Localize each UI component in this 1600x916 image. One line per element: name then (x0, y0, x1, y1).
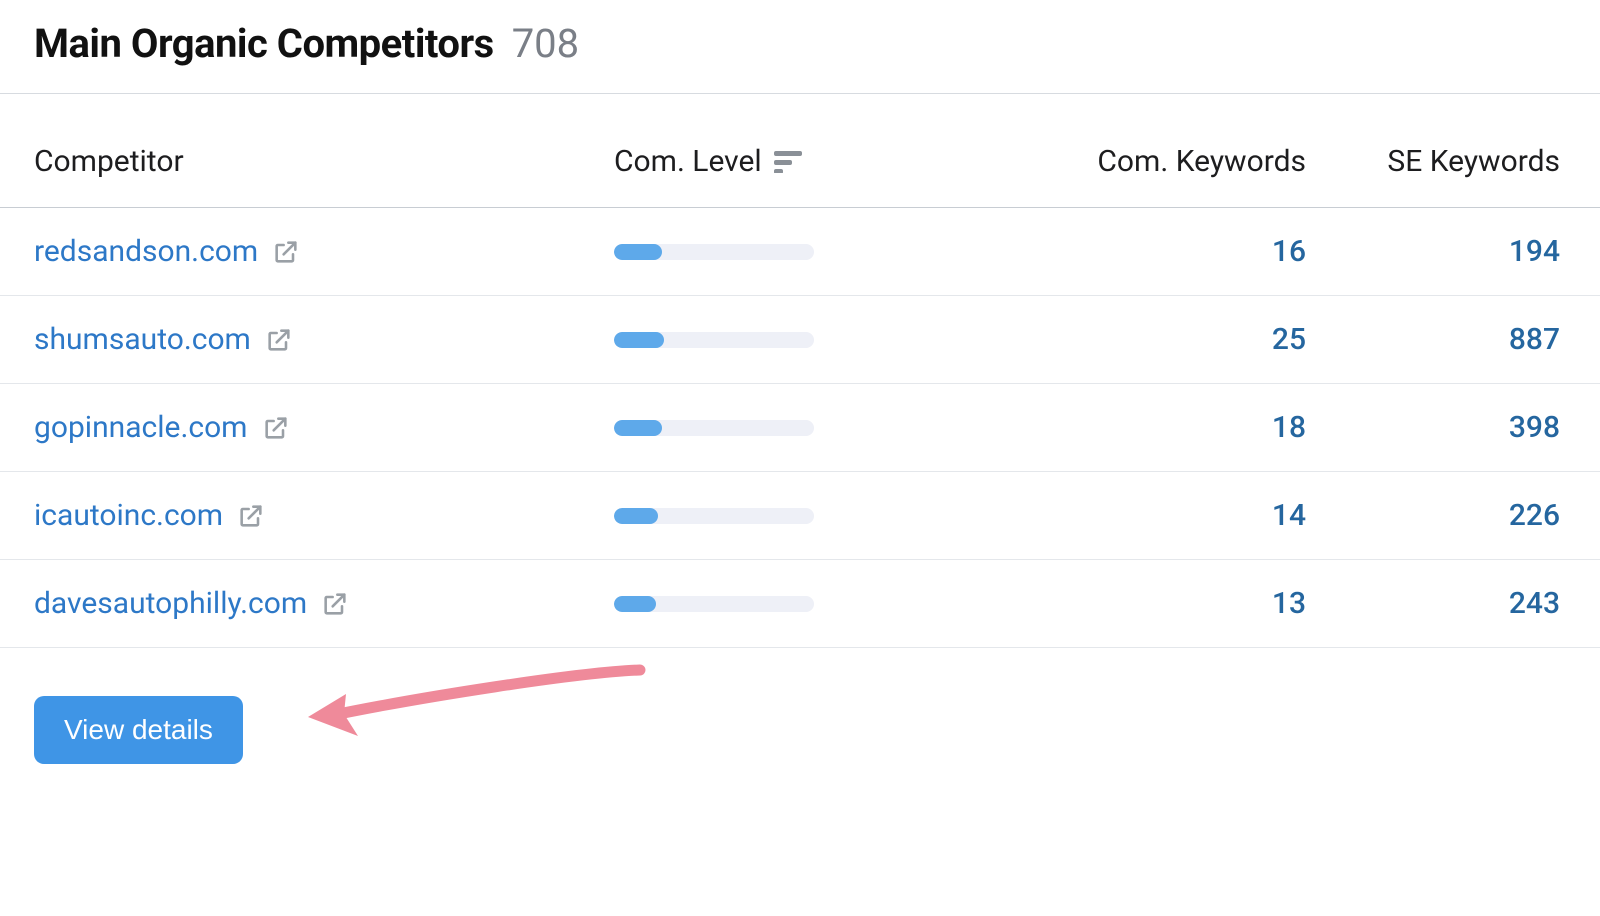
com-keywords-value[interactable]: 13 (1272, 586, 1306, 621)
competition-level-bar (614, 508, 814, 524)
competition-level-fill (614, 244, 662, 260)
panel-footer: View details (0, 648, 1600, 764)
se-keywords-value[interactable]: 243 (1509, 586, 1560, 621)
se-keywords-value[interactable]: 194 (1509, 234, 1560, 269)
table-header-row: Competitor Com. Level Com. Keywords SE K… (0, 94, 1600, 208)
competition-level-fill (614, 420, 662, 436)
table-row: gopinnacle.com 18 398 (0, 384, 1600, 472)
external-link-icon[interactable] (262, 414, 290, 442)
se-keywords-value[interactable]: 887 (1509, 322, 1560, 357)
competitor-link[interactable]: shumsauto.com (34, 322, 251, 357)
competition-level-fill (614, 596, 656, 612)
table-row: redsandson.com 16 194 (0, 208, 1600, 296)
se-keywords-value[interactable]: 226 (1509, 498, 1560, 533)
competitor-link[interactable]: icautoinc.com (34, 498, 223, 533)
com-keywords-value[interactable]: 14 (1272, 498, 1306, 533)
competitor-link[interactable]: gopinnacle.com (34, 410, 248, 445)
col-header-level[interactable]: Com. Level (614, 144, 762, 179)
table-body: redsandson.com 16 194 shumsauto.com 25 887 gop… (0, 208, 1600, 648)
competitor-link[interactable]: davesautophilly.com (34, 586, 307, 621)
panel-header: Main Organic Competitors 708 (0, 0, 1600, 94)
com-keywords-value[interactable]: 25 (1272, 322, 1306, 357)
external-link-icon[interactable] (321, 590, 349, 618)
sort-desc-icon (774, 151, 802, 173)
competition-level-bar (614, 332, 814, 348)
panel-count: 708 (512, 20, 579, 67)
view-details-button[interactable]: View details (34, 696, 243, 764)
competitors-table: Competitor Com. Level Com. Keywords SE K… (0, 94, 1600, 648)
external-link-icon[interactable] (265, 326, 293, 354)
table-row: icautoinc.com 14 226 (0, 472, 1600, 560)
external-link-icon[interactable] (272, 238, 300, 266)
table-row: shumsauto.com 25 887 (0, 296, 1600, 384)
com-keywords-value[interactable]: 16 (1272, 234, 1306, 269)
competitors-panel: Main Organic Competitors 708 Competitor … (0, 0, 1600, 764)
col-header-keywords[interactable]: Com. Keywords (1097, 144, 1306, 179)
col-header-competitor[interactable]: Competitor (34, 144, 184, 179)
col-header-se-keywords[interactable]: SE Keywords (1387, 144, 1560, 179)
competition-level-fill (614, 332, 664, 348)
competition-level-bar (614, 420, 814, 436)
competitor-link[interactable]: redsandson.com (34, 234, 258, 269)
table-row: davesautophilly.com 13 243 (0, 560, 1600, 648)
com-keywords-value[interactable]: 18 (1272, 410, 1306, 445)
competition-level-bar (614, 596, 814, 612)
competition-level-bar (614, 244, 814, 260)
external-link-icon[interactable] (237, 502, 265, 530)
panel-title: Main Organic Competitors (34, 20, 494, 67)
annotation-arrow-icon (300, 662, 660, 752)
se-keywords-value[interactable]: 398 (1509, 410, 1560, 445)
competition-level-fill (614, 508, 658, 524)
